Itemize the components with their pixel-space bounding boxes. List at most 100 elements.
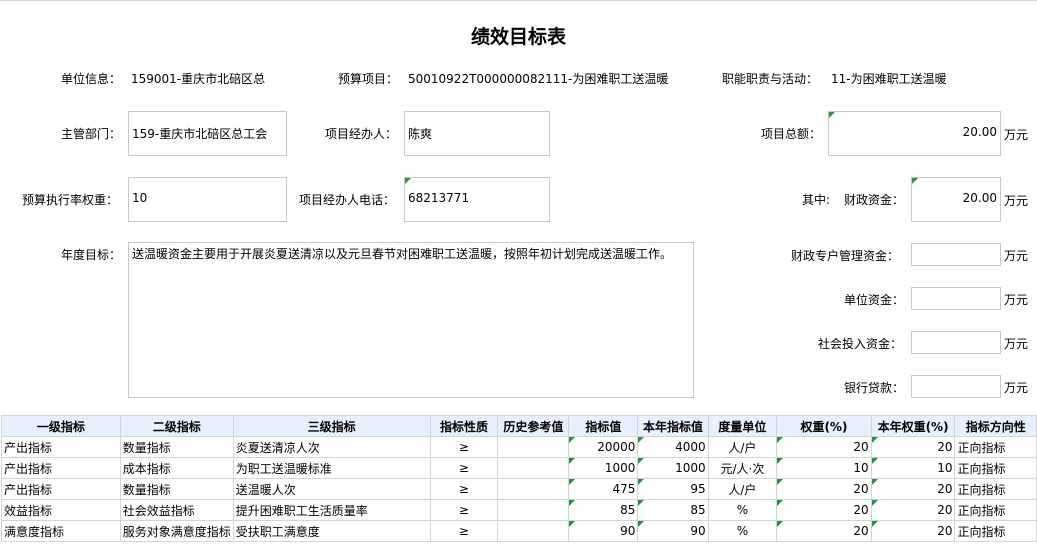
cell-year-value[interactable]: 95 [637, 478, 709, 500]
cell-value[interactable]: 1000 [568, 457, 639, 479]
col-header-level2: 二级指标 [119, 415, 234, 437]
annual-goal-label: 年度目标： [61, 248, 122, 262]
unit-info-label: 单位信息： [61, 72, 122, 86]
cell-level2[interactable]: 数量指标 [119, 478, 234, 500]
cell-level2[interactable]: 服务对象满意度指标 [119, 520, 234, 542]
unit-info-value: 159001-重庆市北碚区总 [131, 72, 266, 86]
cell-history[interactable] [497, 499, 570, 521]
manager-phone-label: 项目经办人电话： [299, 193, 396, 207]
cell-level1[interactable]: 满意度指标 [1, 520, 121, 542]
cell-level3[interactable]: 提升困难职工生活质量率 [232, 499, 431, 521]
cell-level3[interactable]: 为职工送温暖标准 [232, 457, 431, 479]
cell-history[interactable] [497, 520, 570, 542]
duty-activity-label: 职能职责与活动： [722, 72, 819, 86]
page-title: 绩效目标表 [470, 26, 566, 48]
col-header-level3: 三级指标 [232, 415, 431, 437]
cell-value[interactable]: 20000 [568, 436, 639, 458]
budget-project-label: 预算项目： [338, 72, 399, 86]
cell-year-weight[interactable]: 20 [870, 478, 956, 500]
table-header-row: 一级指标 二级指标 三级指标 指标性质 历史参考值 指标值 本年指标值 度量单位… [1, 415, 1037, 437]
cell-weight[interactable]: 20 [776, 499, 872, 521]
cell-value[interactable]: 90 [568, 520, 639, 542]
budget-project-value: 50010922T000000082111-为困难职工送温暖 [408, 72, 669, 86]
bank-loan-unit: 万元 [1004, 381, 1029, 395]
cell-year-value[interactable]: 4000 [637, 436, 709, 458]
bank-loan-field[interactable] [911, 375, 1001, 398]
col-header-weight: 权重(%) [776, 415, 872, 437]
dept-label: 主管部门： [61, 127, 122, 141]
cell-unit[interactable]: 人/户 [707, 436, 778, 458]
manager-field[interactable]: 陈爽 [404, 111, 550, 156]
table-row: 效益指标 社会效益指标 提升困难职工生活质量率 ≥ 85 85 % 20 20 … [1, 499, 1037, 521]
cell-direction[interactable]: 正向指标 [954, 520, 1037, 542]
exec-weight-field[interactable]: 10 [128, 177, 287, 222]
cell-history[interactable] [497, 457, 570, 479]
cell-year-weight[interactable]: 20 [870, 436, 956, 458]
col-header-direction: 指标方向性 [954, 415, 1037, 437]
cell-nature[interactable]: ≥ [429, 499, 499, 521]
cell-level1[interactable]: 效益指标 [1, 499, 121, 521]
cell-level2[interactable]: 数量指标 [119, 436, 234, 458]
cell-year-value[interactable]: 90 [637, 520, 709, 542]
unit-fund-unit: 万元 [1004, 293, 1029, 307]
cell-weight[interactable]: 20 [776, 436, 872, 458]
special-fund-unit: 万元 [1004, 249, 1029, 263]
col-header-level1: 一级指标 [1, 415, 121, 437]
total-amount-field[interactable]: 20.00 [828, 111, 1001, 156]
cell-direction[interactable]: 正向指标 [954, 478, 1037, 500]
social-fund-label: 社会投入资金： [818, 337, 903, 351]
annual-goal-textarea[interactable]: 送温暖资金主要用于开展炎夏送清凉以及元旦春节对困难职工送温暖，按照年初计划完成送… [128, 242, 694, 398]
cell-year-weight[interactable]: 20 [870, 520, 956, 542]
cell-direction[interactable]: 正向指标 [954, 499, 1037, 521]
total-amount-unit: 万元 [1004, 128, 1029, 142]
cell-weight[interactable]: 10 [776, 457, 872, 479]
unit-fund-field[interactable] [911, 287, 1001, 310]
cell-year-weight[interactable]: 20 [870, 499, 956, 521]
cell-level2[interactable]: 成本指标 [119, 457, 234, 479]
table-row: 满意度指标 服务对象满意度指标 受扶职工满意度 ≥ 90 90 % 20 20 … [1, 520, 1037, 542]
cell-direction[interactable]: 正向指标 [954, 436, 1037, 458]
cell-level2[interactable]: 社会效益指标 [119, 499, 234, 521]
cell-unit[interactable]: % [707, 499, 778, 521]
cell-nature[interactable]: ≥ [429, 436, 499, 458]
cell-year-weight[interactable]: 10 [870, 457, 956, 479]
col-header-value: 指标值 [568, 415, 639, 437]
cell-level3[interactable]: 受扶职工满意度 [232, 520, 431, 542]
cell-nature[interactable]: ≥ [429, 457, 499, 479]
cell-history[interactable] [497, 478, 570, 500]
col-header-year-value: 本年指标值 [637, 415, 709, 437]
cell-value[interactable]: 85 [568, 499, 639, 521]
among-label: 其中: [802, 193, 831, 207]
cell-level3[interactable]: 炎夏送清凉人次 [232, 436, 431, 458]
cell-weight[interactable]: 20 [776, 520, 872, 542]
cell-year-value[interactable]: 1000 [637, 457, 709, 479]
cell-year-value[interactable]: 85 [637, 499, 709, 521]
cell-weight[interactable]: 20 [776, 478, 872, 500]
indicator-table: 一级指标 二级指标 三级指标 指标性质 历史参考值 指标值 本年指标值 度量单位… [1, 415, 1037, 542]
cell-nature[interactable]: ≥ [429, 478, 499, 500]
special-fund-field[interactable] [911, 243, 1001, 266]
total-amount-label: 项目总额： [761, 127, 822, 141]
cell-history[interactable] [497, 436, 570, 458]
col-header-history: 历史参考值 [497, 415, 570, 437]
cell-unit[interactable]: 人/户 [707, 478, 778, 500]
col-header-nature: 指标性质 [429, 415, 499, 437]
col-header-unit: 度量单位 [707, 415, 778, 437]
cell-level1[interactable]: 产出指标 [1, 478, 121, 500]
cell-level1[interactable]: 产出指标 [1, 436, 121, 458]
cell-level1[interactable]: 产出指标 [1, 457, 121, 479]
fiscal-fund-field[interactable]: 20.00 [911, 177, 1001, 222]
manager-phone-field[interactable]: 68213771 [404, 177, 550, 222]
social-fund-field[interactable] [911, 331, 1001, 354]
unit-fund-label: 单位资金： [844, 293, 905, 307]
special-fund-label: 财政专户管理资金： [791, 249, 900, 263]
col-header-year-weight: 本年权重(%) [870, 415, 956, 437]
cell-direction[interactable]: 正向指标 [954, 457, 1037, 479]
cell-value[interactable]: 475 [568, 478, 639, 500]
cell-unit[interactable]: % [707, 520, 778, 542]
manager-label: 项目经办人： [325, 127, 398, 141]
cell-unit[interactable]: 元/人·次 [707, 457, 778, 479]
cell-nature[interactable]: ≥ [429, 520, 499, 542]
cell-level3[interactable]: 送温暖人次 [232, 478, 431, 500]
dept-field[interactable]: 159-重庆市北碚区总工会 [128, 111, 287, 156]
